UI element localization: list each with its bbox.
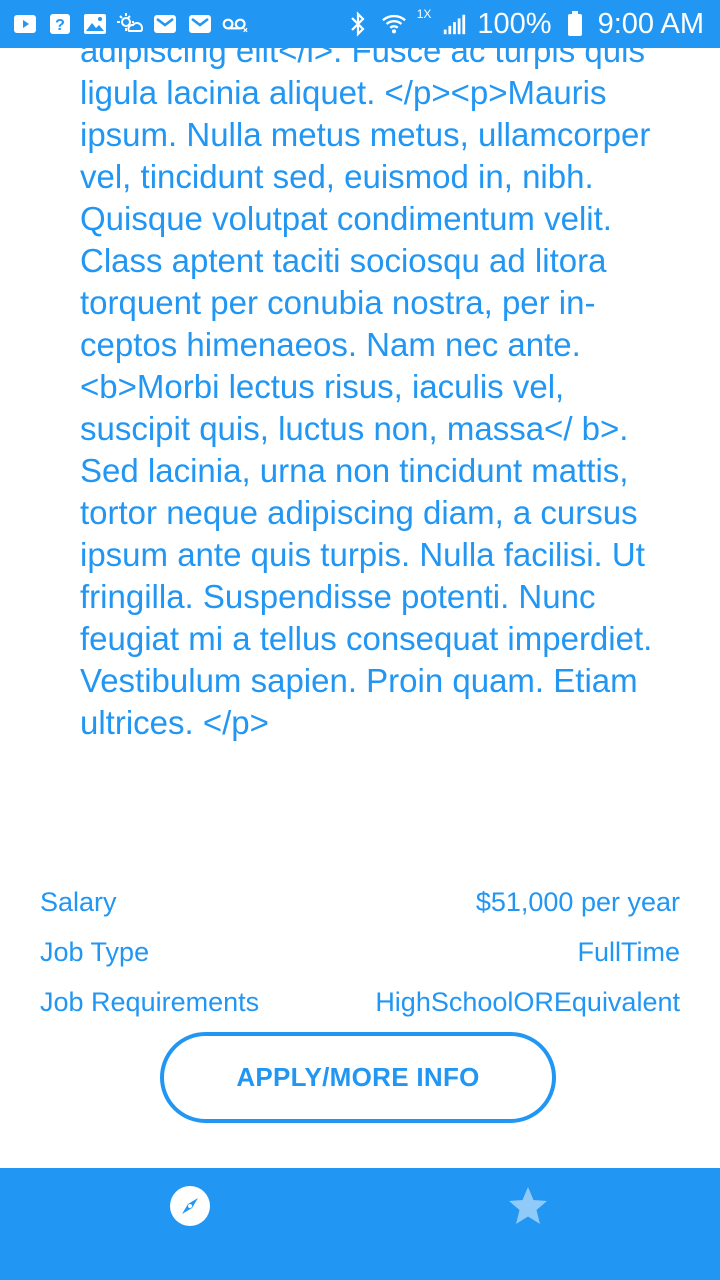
- salary-value: $51,000 per year: [475, 886, 680, 917]
- mail-icon: [152, 11, 178, 37]
- job-type-label: Job Type: [40, 936, 150, 967]
- star-icon[interactable]: [506, 1184, 550, 1228]
- job-requirements-row: Job Requirements HighSchoolOREquivalent: [40, 986, 680, 1018]
- signal-icon: [441, 11, 467, 37]
- image-icon: [82, 11, 108, 37]
- svg-text:?: ?: [55, 17, 65, 34]
- job-type-value: FullTime: [577, 936, 680, 967]
- help-icon: ?: [47, 11, 73, 37]
- bottom-nav-bar: [0, 1168, 720, 1280]
- job-requirements-value: HighSchoolOREquivalent: [375, 986, 680, 1017]
- salary-label: Salary: [40, 886, 117, 917]
- job-description-text: adipiscing elit</i>. Fusce ac turpis qui…: [80, 32, 653, 741]
- network-type-label: 1X: [416, 7, 432, 21]
- bluetooth-icon: [345, 11, 371, 37]
- apply-more-info-button[interactable]: APPLY/MORE INFO: [160, 1032, 556, 1123]
- salary-row: Salary $51,000 per year: [40, 886, 680, 918]
- status-bar: ? 1X 100% 9:00 AM: [0, 0, 720, 48]
- compass-icon[interactable]: [168, 1184, 212, 1228]
- mail-icon: [187, 11, 213, 37]
- play-icon: [12, 11, 38, 37]
- battery-icon: [562, 11, 588, 37]
- weather-icon: [117, 11, 143, 37]
- job-description: adipiscing elit</i>. Fusce ac turpis qui…: [80, 30, 660, 830]
- clock: 9:00 AM: [597, 8, 704, 40]
- wifi-icon: [381, 11, 407, 37]
- job-type-row: Job Type FullTime: [40, 936, 680, 968]
- voicemail-icon: [222, 11, 248, 37]
- battery-percent: 100%: [477, 8, 552, 40]
- job-requirements-label: Job Requirements: [40, 986, 260, 1017]
